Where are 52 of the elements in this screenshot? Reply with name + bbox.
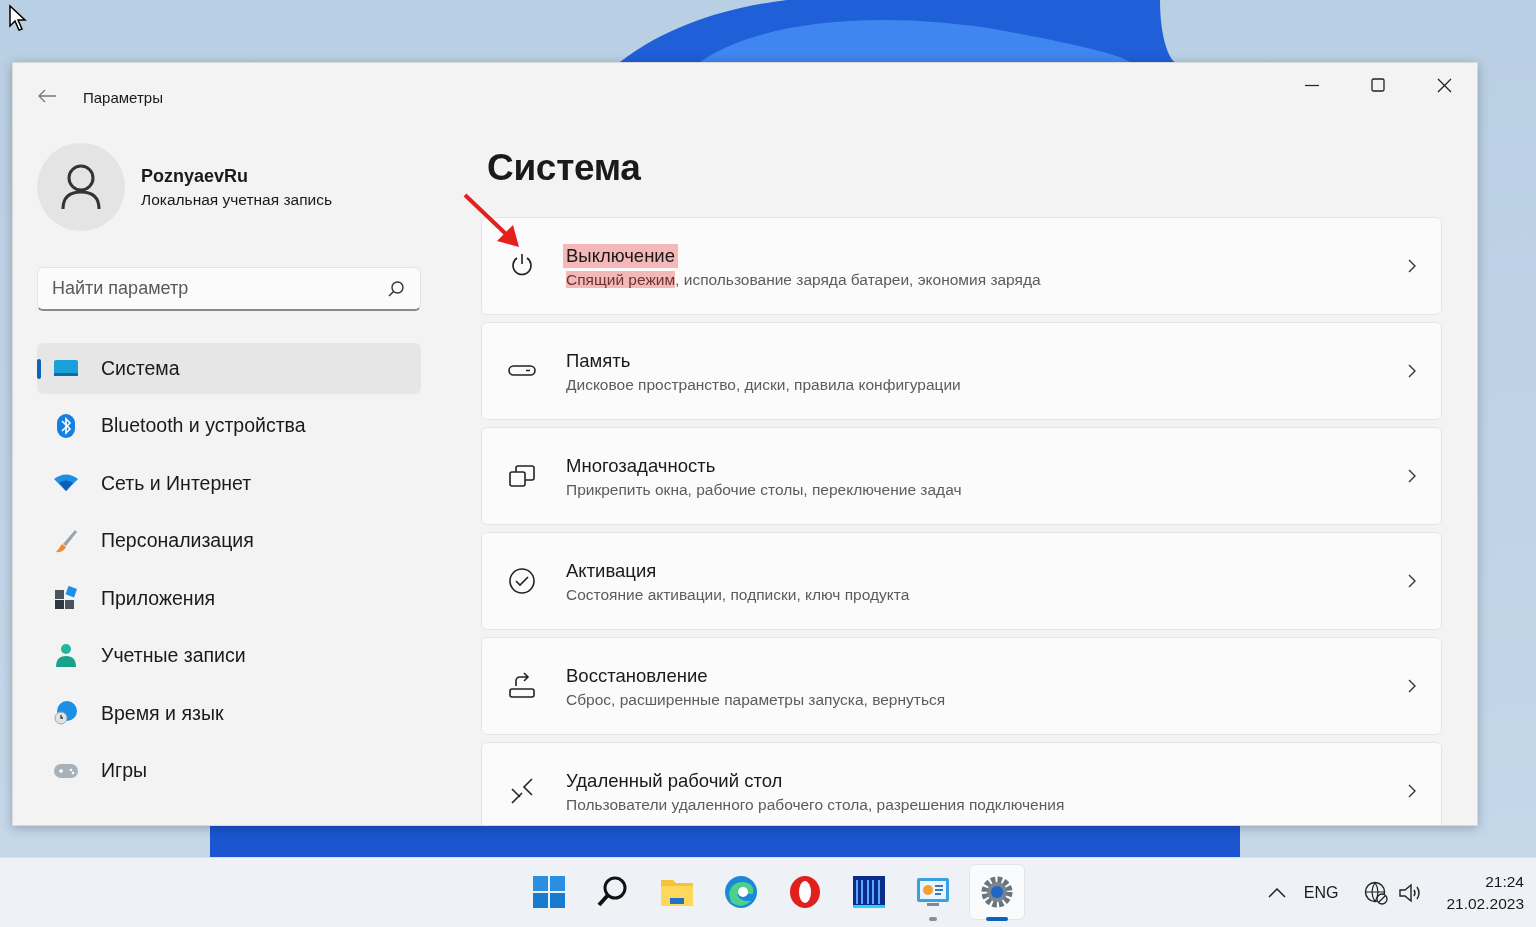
search-field[interactable]: Найти параметр xyxy=(37,267,421,311)
sidebar-item[interactable]: Система xyxy=(37,343,421,394)
sidebar-item[interactable]: Приложения xyxy=(37,573,421,624)
sidebar-item[interactable]: Игры xyxy=(37,745,421,796)
user-name: PoznyaevRu xyxy=(141,165,250,187)
settings-card[interactable]: Выключение Спящий режим, использование заряда батареи, экономия заряда xyxy=(481,217,1442,315)
card-title: Память xyxy=(565,348,632,373)
card-description: Сброс, расширенные параметры запуска, вернуться xyxy=(566,690,946,709)
check-circle-icon xyxy=(508,567,536,595)
clock-time[interactable]: 21:24 xyxy=(1485,870,1524,893)
sidebar-item[interactable]: Учетные записи xyxy=(37,630,421,681)
settings-card[interactable]: Память Дисковое пространство, диски, правила конфигурации xyxy=(481,322,1442,420)
account-type: Локальная учетная запись xyxy=(141,190,333,209)
card-title: Активация xyxy=(565,558,658,583)
search-icon xyxy=(387,280,405,298)
card-description: Спящий режим, использование заряда батареи, экономия заряда xyxy=(566,270,1041,289)
overlapping-windows-icon xyxy=(508,462,536,490)
card-description: Дисковое пространство, диски, правила конфигурации xyxy=(566,375,961,394)
sidebar-item[interactable]: Время и язык xyxy=(37,688,421,739)
mouse-pointer-icon xyxy=(8,4,28,32)
settings-card[interactable]: Многозадачность Прикрепить окна, рабочие столы, переключение задач xyxy=(481,427,1442,525)
card-title: Многозадачность xyxy=(565,453,717,478)
sidebar-item[interactable]: Сеть и Интернет xyxy=(37,458,421,509)
monitor-icon xyxy=(51,358,81,379)
chevron-right-icon xyxy=(1407,573,1417,589)
back-arrow-icon[interactable] xyxy=(37,88,57,104)
chevron-right-icon xyxy=(1407,363,1417,379)
card-description: Прикрепить окна, рабочие столы, переключение задач xyxy=(566,480,962,499)
settings-card[interactable]: Удаленный рабочий стол Пользователи удаленного рабочего стола, разрешения подключения xyxy=(481,742,1442,825)
card-description: Состояние активации, подписки, ключ продукта xyxy=(566,585,910,604)
gamepad-icon xyxy=(51,761,81,780)
chevron-right-icon xyxy=(1407,258,1417,274)
page-heading: Система xyxy=(487,147,642,189)
settings-card[interactable]: Активация Состояние активации, подписки, ключ продукта xyxy=(481,532,1442,630)
recovery-icon xyxy=(508,672,536,700)
card-title: Выключение xyxy=(563,243,678,268)
chevron-right-icon xyxy=(1407,678,1417,694)
crossed-arrows-icon xyxy=(508,777,536,805)
chevron-right-icon xyxy=(1407,783,1417,799)
chevron-up-icon[interactable] xyxy=(1267,887,1286,898)
gear-icon[interactable] xyxy=(970,865,1024,919)
card-title: Удаленный рабочий стол xyxy=(565,768,784,793)
sidebar-item[interactable]: Bluetooth и устройства xyxy=(37,400,421,451)
card-description: Пользователи удаленного рабочего стола, разрешения подключения xyxy=(566,795,1065,814)
window-title: Параметры xyxy=(83,88,164,106)
language-indicator[interactable]: ENG xyxy=(1303,883,1339,902)
chevron-right-icon xyxy=(1407,468,1417,484)
sidebar-item[interactable]: Персонализация xyxy=(37,515,421,566)
card-title: Восстановление xyxy=(565,663,709,688)
clock-date[interactable]: 21.02.2023 xyxy=(1446,892,1524,915)
settings-card[interactable]: Восстановление Сброс, расширенные параметры запуска, вернуться xyxy=(481,637,1442,735)
globe-icon[interactable] xyxy=(1364,880,1389,905)
